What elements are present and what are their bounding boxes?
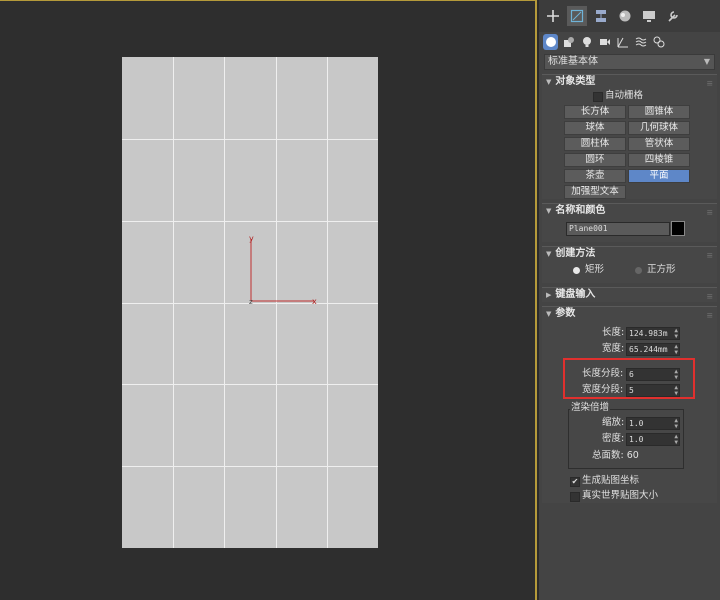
create-subtabs	[539, 32, 720, 52]
gen-map-coords-label: 生成贴图坐标	[582, 475, 640, 486]
keyboard-entry-header[interactable]: ▶ 键盘输入 ≡	[542, 288, 717, 302]
helpers-icon	[617, 37, 628, 48]
create-tab[interactable]	[543, 6, 563, 26]
lights-subtab[interactable]	[579, 34, 594, 50]
command-panel-tabs	[539, 0, 720, 32]
name-color-title: 名称和颜色	[555, 205, 606, 216]
systems-subtab[interactable]	[651, 34, 666, 50]
utilities-tab[interactable]	[663, 6, 683, 26]
chevron-down-icon: ▼	[703, 57, 710, 66]
torus-button[interactable]: 圆环	[564, 153, 626, 167]
modify-tab[interactable]	[567, 6, 587, 26]
sphere-button[interactable]: 球体	[564, 121, 626, 135]
spacewarps-subtab[interactable]	[633, 34, 648, 50]
creation-method-header[interactable]: ▼ 创建方法 ≡	[542, 247, 717, 261]
utilities-icon	[668, 11, 678, 22]
category-dropdown[interactable]: 标准基本体 ▼	[544, 54, 715, 70]
display-tab[interactable]	[639, 6, 659, 26]
lights-icon	[582, 37, 591, 47]
plane-grid-line	[122, 384, 378, 385]
spacewarps-icon	[635, 37, 646, 47]
autogrid-checkbox[interactable]	[593, 92, 603, 102]
transform-gizmo[interactable]: y x z	[240, 231, 330, 311]
teapot-button[interactable]: 茶壶	[564, 169, 626, 183]
gizmo-z-label: z	[249, 298, 253, 306]
motion-tab[interactable]	[615, 6, 635, 26]
geometry-icon	[545, 37, 556, 47]
plane-grid-line	[122, 466, 378, 467]
cameras-icon	[599, 39, 610, 45]
segments-highlight-box	[563, 358, 695, 399]
box-button[interactable]: 长方体	[564, 105, 626, 119]
autogrid-label: 自动栅格	[605, 90, 644, 101]
width-value: 65.244mm	[629, 345, 668, 354]
object-type-rollout: ▼ 对象类型 ≡ 自动栅格 长方体 圆锥体 球体 几何球体 圆柱体 管状体 圆环 四…	[542, 74, 717, 199]
object-name-field[interactable]: Plane001	[566, 222, 670, 236]
hierarchy-tab[interactable]	[591, 6, 611, 26]
shapes-subtab[interactable]	[561, 34, 576, 50]
plane-grid-line	[122, 221, 378, 222]
real-world-checkbox[interactable]	[570, 492, 580, 502]
scale-label: 缩放:	[602, 417, 625, 428]
geometry-subtab[interactable]	[543, 34, 558, 50]
parameters-rollout: ▼ 参数 ≡ 长度: 124.983m ▲ ▼ 宽度: 65.244mm ▲ ▼ 长度分段:…	[542, 306, 717, 503]
width-spinner[interactable]: 65.244mm ▲ ▼	[626, 343, 680, 356]
render-multipliers-label: 渲染倍增	[570, 402, 611, 414]
cone-button[interactable]: 圆锥体	[628, 105, 690, 119]
tube-button[interactable]: 管状体	[628, 137, 690, 151]
motion-icon	[619, 10, 631, 22]
plane-button[interactable]: 平面	[628, 169, 690, 183]
plane-grid-line	[122, 139, 378, 140]
create-icon	[547, 10, 559, 22]
gizmo-x-label: x	[312, 297, 317, 306]
rectangle-radio[interactable]	[573, 267, 580, 274]
hierarchy-icon	[596, 10, 606, 22]
display-icon	[643, 11, 655, 22]
gen-map-coords-checkbox[interactable]: ✔	[570, 477, 580, 487]
density-value: 1.0	[629, 435, 644, 444]
cylinder-button[interactable]: 圆柱体	[564, 137, 626, 151]
scale-spinner[interactable]: 1.0 ▲ ▼	[626, 417, 680, 430]
cameras-subtab[interactable]	[597, 34, 612, 50]
shapes-icon	[563, 37, 574, 47]
creation-method-title: 创建方法	[555, 248, 596, 259]
category-dropdown-value: 标准基本体	[548, 56, 598, 67]
object-type-title: 对象类型	[555, 76, 596, 87]
total-faces-text: 总面数: 60	[592, 450, 639, 461]
systems-icon	[653, 36, 664, 48]
viewport[interactable]: y x z	[0, 0, 537, 600]
square-label: 正方形	[647, 264, 676, 275]
object-type-header[interactable]: ▼ 对象类型 ≡	[542, 75, 717, 89]
length-value: 124.983m	[629, 329, 668, 338]
real-world-label: 真实世界贴图大小	[582, 490, 659, 501]
length-label: 长度:	[602, 327, 625, 338]
spinner-arrows-icon: ▲ ▼	[674, 417, 678, 430]
parameters-title: 参数	[555, 308, 576, 319]
parameters-header[interactable]: ▼ 参数 ≡	[542, 307, 717, 321]
spinner-arrows-icon: ▲ ▼	[674, 343, 678, 356]
helpers-subtab[interactable]	[615, 34, 630, 50]
width-label: 宽度:	[602, 343, 625, 354]
spinner-arrows-icon: ▲ ▼	[674, 327, 678, 340]
density-label: 密度:	[602, 433, 625, 444]
spinner-arrows-icon: ▲ ▼	[674, 433, 678, 446]
gizmo-y-label: y	[249, 234, 254, 243]
name-color-header[interactable]: ▼ 名称和颜色 ≡	[542, 204, 717, 218]
keyboard-entry-title: 键盘输入	[555, 289, 596, 300]
pyramid-button[interactable]: 四棱锥	[628, 153, 690, 167]
textplus-button[interactable]: 加强型文本	[564, 185, 626, 199]
object-color-swatch[interactable]	[671, 221, 685, 236]
name-color-rollout: ▼ 名称和颜色 ≡ Plane001	[542, 203, 717, 242]
rectangle-label: 矩形	[585, 264, 605, 275]
length-spinner[interactable]: 124.983m ▲ ▼	[626, 327, 680, 340]
density-spinner[interactable]: 1.0 ▲ ▼	[626, 433, 680, 446]
square-radio[interactable]	[635, 267, 642, 274]
command-panel: 标准基本体 ▼ ▼ 对象类型 ≡ 自动栅格 长方体 圆锥体 球体 几何球体 圆柱体 …	[539, 0, 720, 600]
geosphere-button[interactable]: 几何球体	[628, 121, 690, 135]
keyboard-entry-rollout: ▶ 键盘输入 ≡	[542, 287, 717, 302]
scale-value: 1.0	[629, 419, 644, 428]
creation-method-rollout: ▼ 创建方法 ≡ 矩形 正方形	[542, 246, 717, 283]
modify-icon	[570, 9, 584, 23]
